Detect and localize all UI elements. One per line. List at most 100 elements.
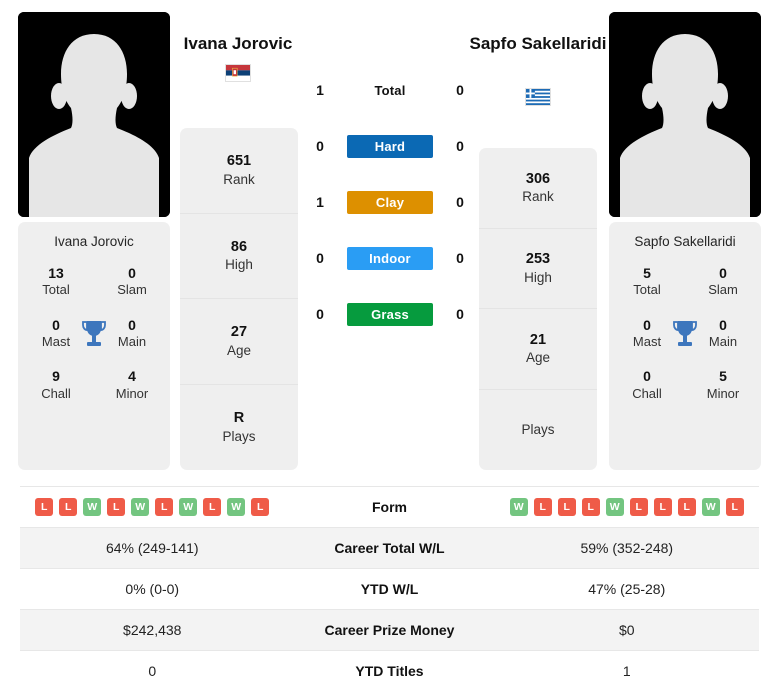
left-player-titles-card: Ivana Jorovic 13 Total 0 Slam 0 Mast 0 M… [18,222,170,470]
h2h-indoor-right: 0 [456,250,464,266]
table-row-prize-money: $242,438 Career Prize Money $0 [20,609,759,650]
surface-button-indoor[interactable]: Indoor [347,246,433,270]
surface-button-hard[interactable]: Hard [347,134,433,158]
left-titles-grid: 13 Total 0 Slam 0 Mast 0 Main 9 Chall 4 … [18,265,170,402]
left-rank-value: 651 [226,153,252,170]
right-ytd-wl: 47% (25-28) [588,581,666,597]
left-player-card-name: Ivana Jorovic [54,234,134,249]
left-total-value: 13 [48,264,64,281]
right-chall-label: Chall [632,385,662,401]
table-row-ytd-titles: 0 YTD Titles 1 [20,650,759,691]
right-plays-label: Plays [521,421,555,437]
right-stat-high: 253 High [479,229,597,309]
left-minor-value: 4 [128,368,136,385]
right-rank-label: Rank [522,189,554,205]
right-slam-titles: 0 Slam [685,265,761,299]
comparison-table: LLWLWLWLWL Form WLLLWLLLWL 64% (249-141)… [20,486,759,691]
left-total-label: Total [42,282,70,298]
left-player-stats-card: 651 Rank 86 High 27 Age R Plays [180,128,298,470]
head-to-head-column: 1 Total 0 0 Hard 0 1 Clay 0 0 Indoor 0 0 [300,62,480,342]
surface-button-clay[interactable]: Clay [347,190,433,214]
right-age-value: 21 [529,331,547,348]
left-prize-money: $242,438 [123,622,182,638]
right-player-card-name: Sapfo Sakellaridi [634,234,736,249]
table-row-ytd-wl: 0% (0-0) YTD W/L 47% (25-28) [20,568,759,609]
left-high-value: 86 [230,238,248,255]
serbia-flag-icon [225,64,251,82]
form-badge-w: W [131,498,150,516]
left-stat-rank: 651 Rank [180,128,298,214]
right-stat-rank: 306 Rank [479,148,597,229]
left-plays-label: Plays [222,428,256,444]
trophy-icon [673,320,697,346]
surface-button-grass[interactable]: Grass [347,302,433,326]
row-label-ytd-wl: YTD W/L [360,581,419,597]
right-minor-titles: 5 Minor [685,368,761,402]
left-slam-label: Slam [117,282,147,298]
greece-flag-icon [525,88,551,106]
left-slam-titles: 0 Slam [94,265,170,299]
right-minor-value: 5 [719,368,727,385]
table-row-form: LLWLWLWLWL Form WLLLWLLLWL [20,486,759,527]
left-ytd-titles: 0 [148,663,157,679]
h2h-clay-right: 0 [456,194,464,210]
form-badge-w: W [227,498,246,516]
left-minor-label: Minor [115,385,149,401]
right-form-badges: WLLLWLLLWL [495,498,760,516]
form-badge-w: W [701,498,720,516]
left-age-label: Age [226,342,252,358]
form-badge-w: W [179,498,198,516]
form-badge-l: L [581,498,600,516]
right-stat-plays: Plays [479,390,597,471]
form-badge-l: L [107,498,126,516]
form-badge-l: L [653,498,672,516]
row-label-career-wl: Career Total W/L [334,540,445,556]
h2h-clay-left: 1 [316,194,324,210]
left-stat-high: 86 High [180,214,298,299]
right-high-value: 253 [525,251,551,268]
form-badge-l: L [533,498,552,516]
form-badge-w: W [509,498,528,516]
left-career-wl: 64% (249-141) [105,540,199,556]
right-high-label: High [524,269,552,285]
form-badge-l: L [557,498,576,516]
right-player-name-heading: Sapfo Sakellaridi [469,34,607,53]
right-total-titles: 5 Total [609,265,685,299]
left-total-titles: 13 Total [18,265,94,299]
h2h-row-indoor: 0 Indoor 0 [300,230,480,286]
form-badge-w: W [83,498,102,516]
form-badge-l: L [35,498,54,516]
left-form-badges: LLWLWLWLWL [20,498,285,516]
form-badge-l: L [629,498,648,516]
form-badge-l: L [203,498,222,516]
right-stat-age: 21 Age [479,309,597,390]
right-career-wl: 59% (352-248) [580,540,674,556]
form-badge-l: L [725,498,744,516]
right-rank-value: 306 [525,170,551,187]
h2h-hard-right: 0 [456,138,464,154]
left-slam-value: 0 [128,264,136,281]
left-chall-label: Chall [41,385,71,401]
form-badge-l: L [155,498,174,516]
h2h-grass-right: 0 [456,306,464,322]
h2h-grass-left: 0 [316,306,324,322]
right-total-label: Total [633,282,661,298]
player-comparison-page: Ivana Jorovic Sapfo Sakellaridi Ivana Jo… [0,0,779,699]
h2h-row-total: 1 Total 0 [300,62,480,118]
h2h-indoor-left: 0 [316,250,324,266]
row-label-ytd-titles: YTD Titles [355,663,424,679]
right-titles-grid: 5 Total 0 Slam 0 Mast 0 Main 0 Chall 5 M… [609,265,761,402]
right-ytd-titles: 1 [622,663,631,679]
right-player-avatar [609,12,761,217]
right-slam-label: Slam [708,282,738,298]
h2h-row-clay: 1 Clay 0 [300,174,480,230]
h2h-row-grass: 0 Grass 0 [300,286,480,342]
form-badge-l: L [677,498,696,516]
row-label-form: Form [372,499,407,515]
left-stat-age: 27 Age [180,299,298,385]
form-badge-l: L [251,498,270,516]
left-rank-label: Rank [223,171,255,187]
left-chall-titles: 9 Chall [18,368,94,402]
right-age-label: Age [525,350,551,366]
right-chall-titles: 0 Chall [609,368,685,402]
